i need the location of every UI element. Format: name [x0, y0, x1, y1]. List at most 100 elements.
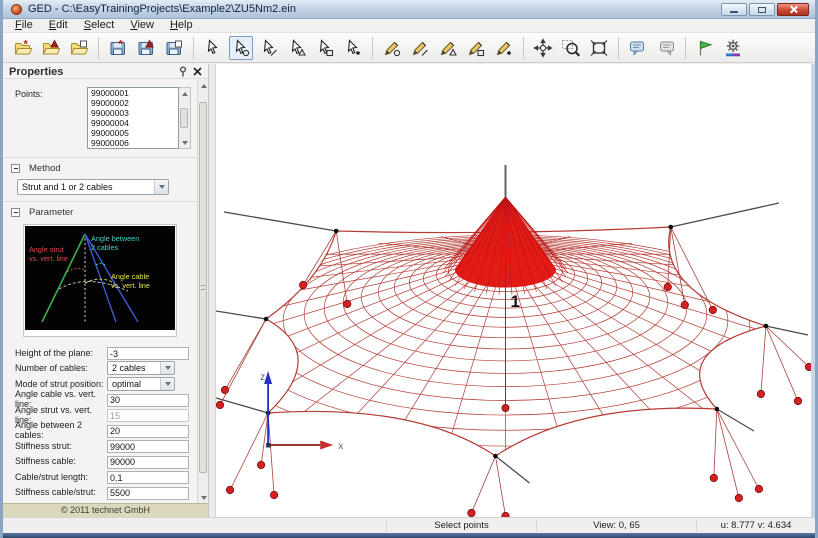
mode-of-strut-position-label: Mode of strut position:	[15, 378, 104, 389]
angle-between-2-cables-label: Angle between 2 cables:	[15, 420, 83, 440]
select-triangle-icon[interactable]	[285, 36, 309, 60]
draw-mark-icon[interactable]	[492, 36, 516, 60]
points-list-scrollbar[interactable]	[179, 87, 191, 149]
collapse-icon[interactable]	[11, 163, 20, 173]
points-list-item[interactable]: 99000002	[88, 98, 178, 108]
collapse-icon[interactable]	[11, 207, 20, 217]
toolbar-separator	[618, 36, 619, 59]
status-view: View: 0, 65	[536, 519, 696, 532]
select-mark-icon[interactable]	[341, 36, 365, 60]
draw-line-icon[interactable]	[408, 36, 432, 60]
menu-item-edit[interactable]: Edit	[41, 19, 76, 32]
method-select[interactable]: Strut and 1 or 2 cables	[17, 179, 169, 195]
window-inner-border	[811, 64, 815, 517]
svg-text:vs. vert. line: vs. vert. line	[111, 281, 150, 290]
toolbar-separator	[523, 36, 524, 59]
save-new-icon[interactable]: *	[106, 36, 130, 60]
toolbar: * *	[3, 33, 815, 63]
window-title: GED - C:\EasyTrainingProjects\Example2\Z…	[28, 3, 296, 15]
toolbar-separator	[98, 36, 99, 59]
svg-text:Angle strut: Angle strut	[29, 245, 64, 254]
status-mode: Select points	[386, 519, 536, 532]
model-viewport[interactable]: z x 1	[216, 64, 811, 517]
select-value: 2 cables	[112, 363, 146, 373]
app-icon	[11, 3, 22, 15]
open-up-icon[interactable]	[39, 36, 63, 60]
app-window: GED - C:\EasyTrainingProjects\Example2\Z…	[0, 0, 818, 538]
stiffness-strut-label: Stiffness strut:	[15, 440, 72, 451]
pin-icon[interactable]	[176, 66, 189, 78]
properties-panel-title: Properties	[9, 65, 64, 78]
settings-gear-icon[interactable]	[721, 36, 745, 60]
menu-item-view[interactable]: View	[122, 19, 162, 32]
copyright-footer: © 2011 technet GmbH	[3, 503, 208, 517]
svg-text:1: 1	[510, 292, 519, 311]
svg-text:z: z	[260, 372, 265, 383]
parameter-diagram: Angle strut vs. vert. line Angle between 2 …	[23, 224, 177, 337]
run-flag-icon[interactable]	[693, 36, 717, 60]
method-section-header[interactable]: Method	[3, 160, 197, 176]
save-square-icon[interactable]	[162, 36, 186, 60]
select-rect-icon[interactable]	[313, 36, 337, 60]
draw-point-icon[interactable]	[380, 36, 404, 60]
svg-text:2 cables: 2 cables	[91, 243, 119, 252]
comment-blue-icon[interactable]	[626, 36, 650, 60]
points-list-item[interactable]: 99000003	[88, 108, 178, 118]
panel-scrollbar[interactable]	[197, 80, 208, 503]
save-up-icon[interactable]	[134, 36, 158, 60]
select-cursor-icon[interactable]	[201, 36, 225, 60]
svg-text:x: x	[338, 441, 343, 452]
points-list-item[interactable]: 99000006	[88, 138, 178, 148]
param-row: Stiffness cable/strut:	[15, 485, 197, 500]
window-bottom-border	[3, 533, 815, 538]
properties-panel-header: Properties	[3, 64, 208, 79]
panel-close-icon[interactable]	[191, 66, 204, 78]
pan-icon[interactable]	[531, 36, 555, 60]
toolbar-separator	[193, 36, 194, 59]
parameter-section-header[interactable]: Parameter	[3, 204, 197, 220]
minimize-button[interactable]	[721, 3, 747, 16]
points-list-item[interactable]: 99000004	[88, 118, 178, 128]
svg-text:vs. vert. line: vs. vert. line	[29, 254, 68, 263]
open-new-icon[interactable]: *	[11, 36, 35, 60]
comment-gray-icon[interactable]	[654, 36, 678, 60]
draw-rect-icon[interactable]	[464, 36, 488, 60]
chevron-down-icon	[160, 362, 174, 374]
draw-triangle-icon[interactable]	[436, 36, 460, 60]
panel-splitter[interactable]	[209, 64, 216, 517]
svg-text:*: *	[119, 38, 124, 50]
svg-text:*: *	[24, 38, 29, 50]
zoom-fit-icon[interactable]	[587, 36, 611, 60]
stiffness-cable-strut-label: Stiffness cable/strut:	[15, 487, 96, 497]
select-line-icon[interactable]	[257, 36, 281, 60]
height-of-the-plane-label: Height of the plane:	[15, 347, 94, 358]
status-bar: Select points View: 0, 65 u: 8.777 v: 4.…	[3, 517, 815, 533]
toolbar-separator	[685, 36, 686, 59]
chevron-down-icon	[160, 377, 174, 390]
mode-of-strut-position-select[interactable]: optimal	[107, 376, 175, 391]
select-point-icon[interactable]	[229, 35, 253, 60]
minimize-icon	[730, 11, 738, 13]
close-button[interactable]	[777, 3, 809, 16]
points-list-item[interactable]: 99000005	[88, 128, 178, 138]
menu-item-help[interactable]: Help	[162, 19, 201, 32]
menu-item-select[interactable]: Select	[76, 19, 123, 32]
height-of-the-plane-input[interactable]	[107, 347, 189, 360]
points-list-item[interactable]: 99000001	[88, 88, 178, 98]
param-row: Number of cables: 2 cables	[15, 361, 197, 376]
number-of-cables-select[interactable]: 2 cables	[107, 361, 175, 375]
select-value: optimal	[112, 378, 142, 389]
close-icon	[789, 5, 798, 14]
properties-panel: Properties Points: 99000001 99000002 99000…	[3, 64, 209, 517]
parameter-fields: Height of the plane: Number of cables: 2 c…	[3, 345, 197, 500]
zoom-window-icon[interactable]	[559, 36, 583, 60]
open-square-icon[interactable]	[67, 36, 91, 60]
param-row: Angle between 2 cables:	[15, 420, 197, 440]
points-label: Points:	[15, 89, 43, 99]
maximize-button[interactable]	[749, 3, 775, 16]
menu-item-file[interactable]: File	[7, 19, 41, 32]
svg-text:Angle between: Angle between	[91, 234, 139, 243]
points-listbox[interactable]: 99000001 99000002 99000003 99000004 99000005…	[87, 87, 179, 149]
toolbar-separator	[372, 36, 373, 59]
stiffness-cable-strut-input[interactable]	[107, 486, 189, 500]
